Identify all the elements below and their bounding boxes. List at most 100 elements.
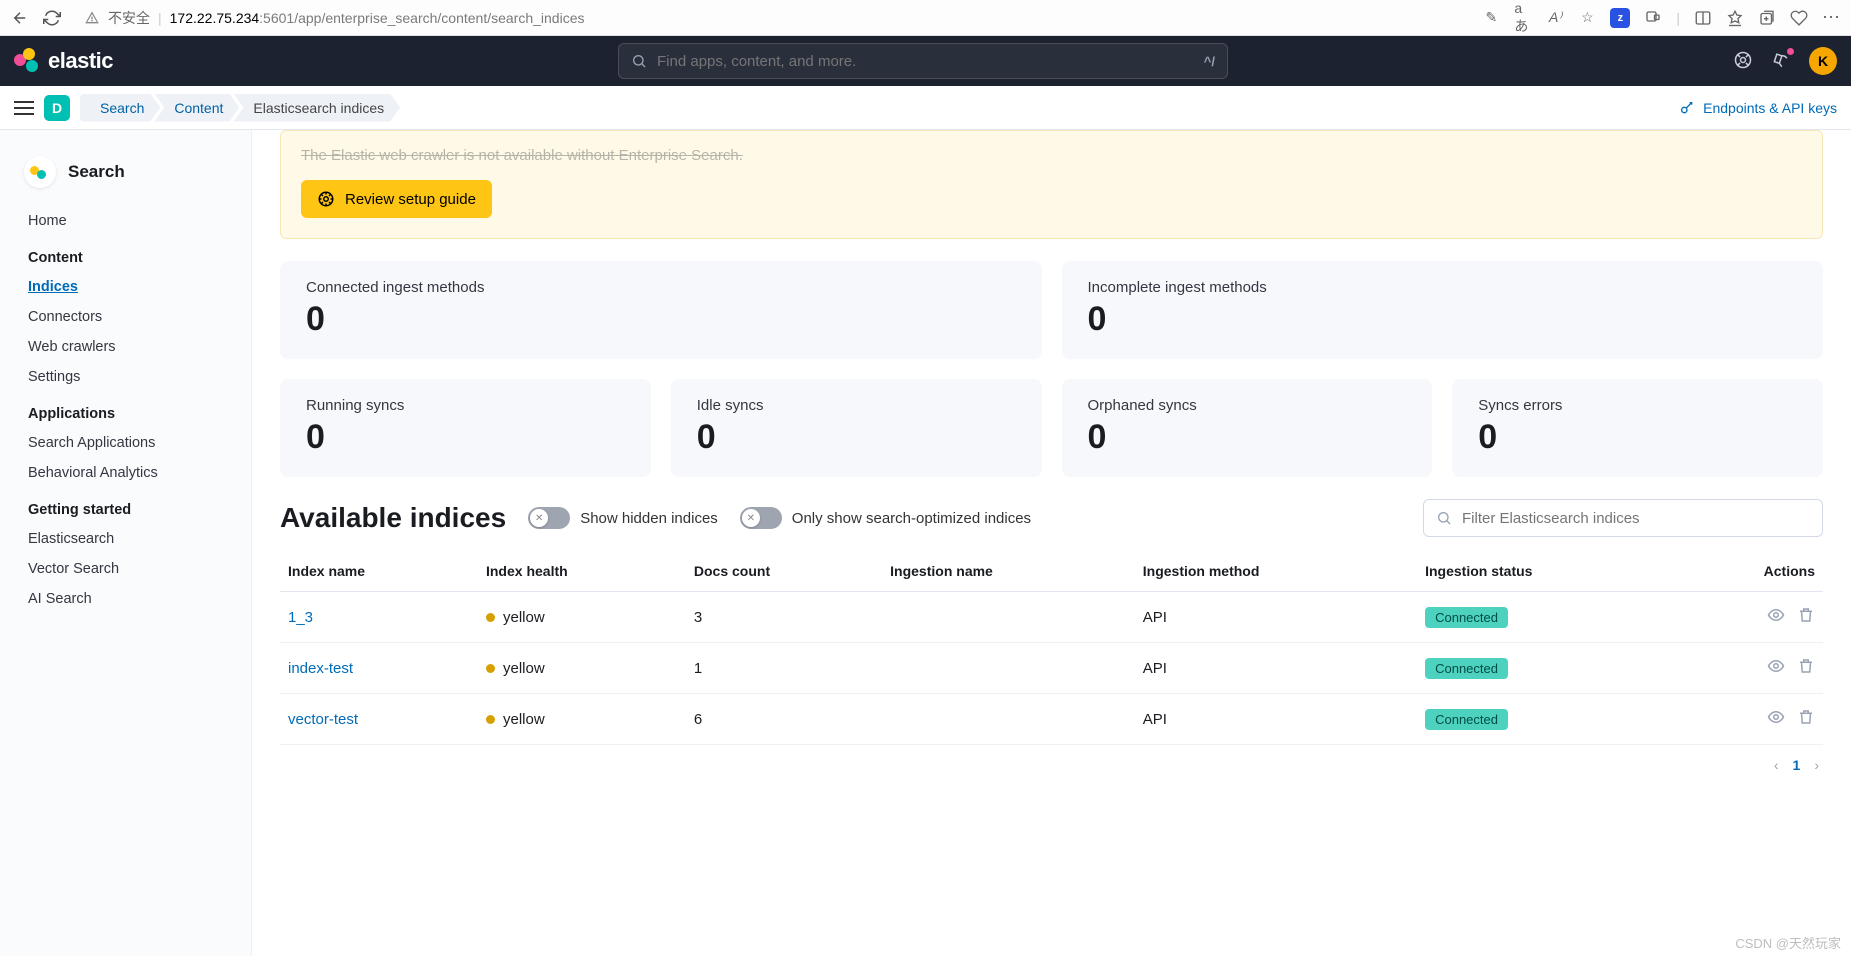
sidebar-item-web-crawlers[interactable]: Web crawlers: [0, 332, 251, 362]
extensions-icon[interactable]: [1644, 9, 1662, 27]
pager-prev[interactable]: ‹: [1774, 757, 1779, 773]
table-row: index-testyellow1APIConnected: [280, 643, 1823, 694]
th-index-name[interactable]: Index name: [280, 551, 478, 592]
sidebar-home[interactable]: Home: [0, 206, 251, 236]
delete-icon[interactable]: [1797, 708, 1815, 730]
menu-toggle[interactable]: [14, 101, 34, 115]
setup-callout: The Elastic web crawler is not available…: [280, 130, 1823, 239]
app-header: elastic ^/ K: [0, 36, 1851, 86]
sidebar-heading-content: Content: [0, 236, 251, 272]
global-search-input[interactable]: [657, 53, 1194, 70]
global-search[interactable]: ^/: [618, 43, 1228, 79]
refresh-button[interactable]: [42, 8, 62, 28]
delete-icon[interactable]: [1797, 606, 1815, 628]
ingestion-method: API: [1135, 694, 1417, 745]
pager-current[interactable]: 1: [1793, 757, 1801, 773]
edit-icon[interactable]: ✎: [1482, 9, 1500, 27]
brand-text: elastic: [48, 48, 113, 74]
ingestion-method: API: [1135, 592, 1417, 643]
watermark: CSDN @天然玩家: [1735, 933, 1841, 952]
more-menu-icon[interactable]: ⋯: [1822, 7, 1841, 28]
toggle-hidden-indices[interactable]: [528, 507, 570, 529]
newsfeed-icon[interactable]: [1771, 50, 1791, 73]
stats-row-bottom: Running syncs 0 Idle syncs 0 Orphaned sy…: [280, 379, 1823, 477]
stat-idle-syncs: Idle syncs 0: [671, 379, 1042, 477]
browser-toolbar: 不安全 | 172.22.75.234:5601/app/enterprise_…: [0, 0, 1851, 36]
table-row: vector-testyellow6APIConnected: [280, 694, 1823, 745]
search-icon: [1436, 510, 1452, 526]
indices-section-header: Available indices Show hidden indices On…: [280, 499, 1823, 537]
collections-icon[interactable]: [1758, 9, 1776, 27]
endpoints-link[interactable]: Endpoints & API keys: [1679, 100, 1837, 116]
search-logo-icon: [24, 156, 56, 188]
sidebar-item-behavioral-analytics[interactable]: Behavioral Analytics: [0, 458, 251, 488]
favorite-icon[interactable]: ☆: [1578, 9, 1596, 27]
index-link[interactable]: index-test: [288, 660, 353, 677]
index-link[interactable]: vector-test: [288, 711, 358, 728]
toggle-search-optimized[interactable]: [740, 507, 782, 529]
index-link[interactable]: 1_3: [288, 609, 313, 626]
extension-z-icon[interactable]: z: [1610, 8, 1630, 28]
breadcrumb-search[interactable]: Search: [80, 94, 160, 122]
filter-input[interactable]: [1462, 510, 1810, 527]
table-row: 1_3 yellow 3 API Connected: [280, 592, 1823, 643]
sidebar-heading-applications: Applications: [0, 392, 251, 428]
user-avatar[interactable]: K: [1809, 47, 1837, 75]
stat-running-syncs: Running syncs 0: [280, 379, 651, 477]
view-icon[interactable]: [1767, 657, 1785, 679]
view-icon[interactable]: [1767, 708, 1785, 730]
read-aloud-icon[interactable]: A⁾: [1546, 9, 1564, 27]
docs-count: 3: [686, 592, 882, 643]
sidebar-item-vector-search[interactable]: Vector Search: [0, 554, 251, 584]
health-dot-icon: [486, 715, 495, 724]
section-title: Available indices: [280, 502, 506, 534]
breadcrumb-bar: D Search Content Elasticsearch indices E…: [0, 86, 1851, 130]
breadcrumb-indices: Elasticsearch indices: [233, 94, 400, 122]
sidebar: Search Home Content Indices Connectors W…: [0, 130, 252, 956]
insecure-label: 不安全: [108, 8, 150, 28]
favorites-bar-icon[interactable]: [1726, 9, 1744, 27]
review-setup-button[interactable]: Review setup guide: [301, 180, 492, 218]
sidebar-item-indices[interactable]: Indices: [0, 272, 251, 302]
sidebar-item-elasticsearch[interactable]: Elasticsearch: [0, 524, 251, 554]
status-badge: Connected: [1425, 607, 1508, 628]
view-icon[interactable]: [1767, 606, 1785, 628]
help-icon[interactable]: [1733, 50, 1753, 73]
elastic-logo[interactable]: elastic: [14, 48, 113, 74]
url-bar[interactable]: 不安全 | 172.22.75.234:5601/app/enterprise_…: [74, 4, 1470, 32]
main-content: The Elastic web crawler is not available…: [252, 130, 1851, 956]
toggle-hidden-label: Show hidden indices: [580, 510, 718, 527]
health-cell: yellow: [486, 660, 545, 677]
filter-indices[interactable]: [1423, 499, 1823, 537]
ingestion-name: [882, 694, 1135, 745]
insecure-icon: [84, 10, 100, 26]
stat-syncs-errors: Syncs errors 0: [1452, 379, 1823, 477]
stat-connected-ingest: Connected ingest methods 0: [280, 261, 1042, 359]
th-ingestion-status[interactable]: Ingestion status: [1417, 551, 1680, 592]
sidebar-item-settings[interactable]: Settings: [0, 362, 251, 392]
status-badge: Connected: [1425, 658, 1508, 679]
th-ingestion-method[interactable]: Ingestion method: [1135, 551, 1417, 592]
indices-table: Index name Index health Docs count Inges…: [280, 551, 1823, 745]
pager-next[interactable]: ›: [1814, 757, 1819, 773]
sidebar-item-ai-search[interactable]: AI Search: [0, 584, 251, 614]
docs-count: 1: [686, 643, 882, 694]
split-screen-icon[interactable]: [1694, 9, 1712, 27]
sidebar-heading-getting-started: Getting started: [0, 488, 251, 524]
back-button[interactable]: [10, 8, 30, 28]
th-docs-count[interactable]: Docs count: [686, 551, 882, 592]
stat-incomplete-ingest: Incomplete ingest methods 0: [1062, 261, 1824, 359]
breadcrumbs: Search Content Elasticsearch indices: [80, 94, 400, 122]
th-index-health[interactable]: Index health: [478, 551, 686, 592]
health-icon[interactable]: [1790, 9, 1808, 27]
elastic-logo-icon: [14, 48, 40, 74]
sidebar-item-connectors[interactable]: Connectors: [0, 302, 251, 332]
th-ingestion-name[interactable]: Ingestion name: [882, 551, 1135, 592]
breadcrumb-content[interactable]: Content: [154, 94, 239, 122]
health-cell: yellow: [486, 609, 545, 626]
translate-icon[interactable]: aあ: [1514, 9, 1532, 27]
delete-icon[interactable]: [1797, 657, 1815, 679]
space-selector[interactable]: D: [44, 95, 70, 121]
search-icon: [631, 53, 647, 69]
sidebar-item-search-applications[interactable]: Search Applications: [0, 428, 251, 458]
